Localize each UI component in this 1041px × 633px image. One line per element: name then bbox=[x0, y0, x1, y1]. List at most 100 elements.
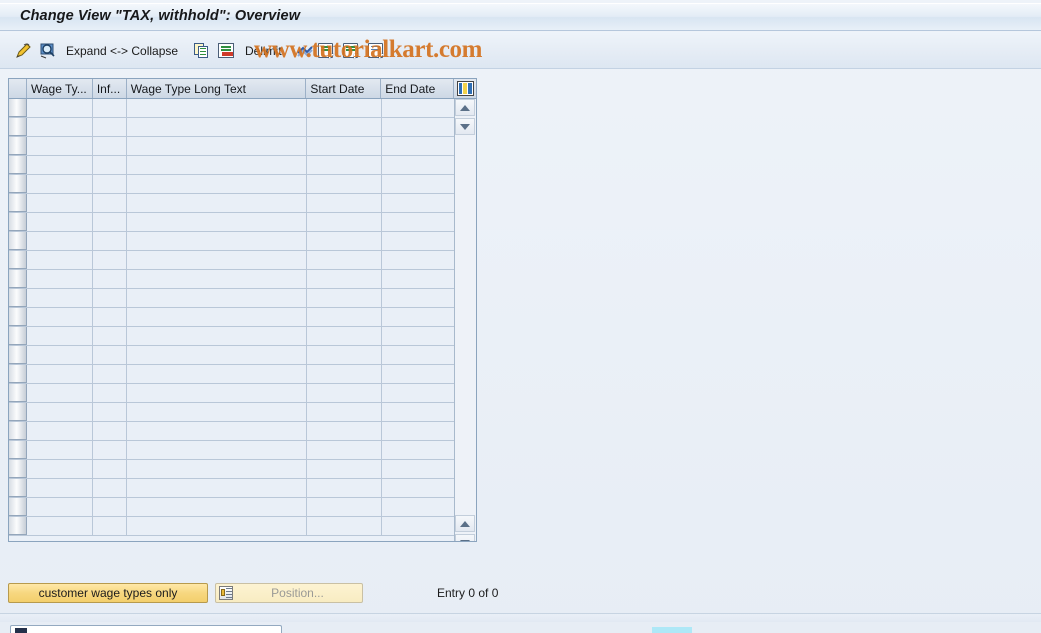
row-selector-button[interactable] bbox=[9, 384, 27, 402]
row-selector-button[interactable] bbox=[9, 479, 27, 497]
table-row[interactable] bbox=[9, 270, 476, 289]
table-settings-button[interactable] bbox=[454, 79, 476, 98]
table-cell-wage_type[interactable] bbox=[27, 308, 93, 326]
table-header-wage-type[interactable]: Wage Ty... bbox=[26, 79, 93, 98]
row-selector-button[interactable] bbox=[9, 460, 27, 478]
row-selector-button[interactable] bbox=[9, 403, 27, 421]
table-cell-long_text[interactable] bbox=[127, 118, 307, 136]
table-header-long-text[interactable]: Wage Type Long Text bbox=[126, 79, 307, 98]
table-cell-start_date[interactable] bbox=[307, 270, 382, 288]
table-cell-end_date[interactable] bbox=[382, 346, 455, 364]
table-cell-end_date[interactable] bbox=[382, 251, 455, 269]
table-cell-info[interactable] bbox=[93, 346, 127, 364]
table-cell-start_date[interactable] bbox=[307, 441, 382, 459]
table-cell-info[interactable] bbox=[93, 384, 127, 402]
table-row[interactable] bbox=[9, 422, 476, 441]
table-cell-start_date[interactable] bbox=[307, 327, 382, 345]
table-cell-start_date[interactable] bbox=[307, 99, 382, 117]
table-cell-long_text[interactable] bbox=[127, 156, 307, 174]
table-cell-long_text[interactable] bbox=[127, 479, 307, 497]
table-cell-start_date[interactable] bbox=[307, 289, 382, 307]
row-selector-button[interactable] bbox=[9, 118, 27, 136]
row-selector-button[interactable] bbox=[9, 270, 27, 288]
table-cell-info[interactable] bbox=[93, 365, 127, 383]
table-cell-end_date[interactable] bbox=[382, 498, 455, 516]
table-cell-end_date[interactable] bbox=[382, 137, 455, 155]
table-cell-end_date[interactable] bbox=[382, 232, 455, 250]
table-cell-start_date[interactable] bbox=[307, 118, 382, 136]
table-cell-wage_type[interactable] bbox=[27, 194, 93, 212]
table-cell-end_date[interactable] bbox=[382, 403, 455, 421]
table-cell-long_text[interactable] bbox=[127, 99, 307, 117]
table-row[interactable] bbox=[9, 156, 476, 175]
table-row[interactable] bbox=[9, 213, 476, 232]
scroll-down-button[interactable] bbox=[455, 118, 475, 135]
table-cell-wage_type[interactable] bbox=[27, 156, 93, 174]
table-cell-long_text[interactable] bbox=[127, 346, 307, 364]
row-selector-button[interactable] bbox=[9, 289, 27, 307]
table-cell-long_text[interactable] bbox=[127, 327, 307, 345]
table-row[interactable] bbox=[9, 99, 476, 118]
delimit-icon-button[interactable] bbox=[296, 32, 313, 69]
table-cell-start_date[interactable] bbox=[307, 137, 382, 155]
customer-wage-types-only-button[interactable]: customer wage types only bbox=[8, 583, 208, 603]
table-cell-start_date[interactable] bbox=[307, 156, 382, 174]
deselect-all-button[interactable] bbox=[343, 32, 359, 69]
table-cell-long_text[interactable] bbox=[127, 308, 307, 326]
row-selector-button[interactable] bbox=[9, 213, 27, 231]
row-selector-button[interactable] bbox=[9, 422, 27, 440]
table-cell-wage_type[interactable] bbox=[27, 213, 93, 231]
table-cell-info[interactable] bbox=[93, 327, 127, 345]
row-selector-button[interactable] bbox=[9, 498, 27, 516]
table-cell-wage_type[interactable] bbox=[27, 517, 93, 535]
table-cell-end_date[interactable] bbox=[382, 99, 455, 117]
table-cell-wage_type[interactable] bbox=[27, 232, 93, 250]
row-selector-button[interactable] bbox=[9, 308, 27, 326]
change-entry-button[interactable] bbox=[14, 32, 32, 69]
scroll-page-up-button[interactable] bbox=[455, 515, 475, 532]
scroll-page-down-button[interactable] bbox=[455, 534, 475, 541]
table-cell-wage_type[interactable] bbox=[27, 346, 93, 364]
table-cell-start_date[interactable] bbox=[307, 194, 382, 212]
table-cell-start_date[interactable] bbox=[307, 403, 382, 421]
table-cell-wage_type[interactable] bbox=[27, 422, 93, 440]
status-bar-message-field[interactable] bbox=[10, 625, 282, 633]
table-row[interactable] bbox=[9, 384, 476, 403]
table-cell-start_date[interactable] bbox=[307, 213, 382, 231]
table-cell-info[interactable] bbox=[93, 232, 127, 250]
table-cell-long_text[interactable] bbox=[127, 251, 307, 269]
table-cell-wage_type[interactable] bbox=[27, 365, 93, 383]
row-selector-button[interactable] bbox=[9, 441, 27, 459]
table-cell-info[interactable] bbox=[93, 479, 127, 497]
delimit-button[interactable]: Delimit bbox=[245, 32, 282, 69]
table-cell-wage_type[interactable] bbox=[27, 327, 93, 345]
table-cell-long_text[interactable] bbox=[127, 441, 307, 459]
table-cell-info[interactable] bbox=[93, 403, 127, 421]
table-row[interactable] bbox=[9, 327, 476, 346]
table-cell-start_date[interactable] bbox=[307, 517, 382, 535]
row-selector-button[interactable] bbox=[9, 99, 27, 117]
table-cell-long_text[interactable] bbox=[127, 175, 307, 193]
table-cell-end_date[interactable] bbox=[382, 384, 455, 402]
row-selector-button[interactable] bbox=[9, 327, 27, 345]
row-selector-button[interactable] bbox=[9, 517, 27, 535]
row-selector-button[interactable] bbox=[9, 175, 27, 193]
table-cell-info[interactable] bbox=[93, 251, 127, 269]
table-cell-start_date[interactable] bbox=[307, 308, 382, 326]
table-row[interactable] bbox=[9, 346, 476, 365]
table-cell-start_date[interactable] bbox=[307, 422, 382, 440]
table-cell-end_date[interactable] bbox=[382, 441, 455, 459]
table-cell-start_date[interactable] bbox=[307, 346, 382, 364]
table-row[interactable] bbox=[9, 251, 476, 270]
row-selector-button[interactable] bbox=[9, 365, 27, 383]
table-cell-info[interactable] bbox=[93, 99, 127, 117]
row-selector-button[interactable] bbox=[9, 137, 27, 155]
table-vertical-scrollbar[interactable] bbox=[454, 99, 476, 541]
table-cell-wage_type[interactable] bbox=[27, 403, 93, 421]
delete-button[interactable] bbox=[218, 32, 234, 69]
select-all-button[interactable] bbox=[318, 32, 334, 69]
table-cell-wage_type[interactable] bbox=[27, 441, 93, 459]
table-cell-wage_type[interactable] bbox=[27, 498, 93, 516]
table-cell-info[interactable] bbox=[93, 460, 127, 478]
table-cell-info[interactable] bbox=[93, 175, 127, 193]
